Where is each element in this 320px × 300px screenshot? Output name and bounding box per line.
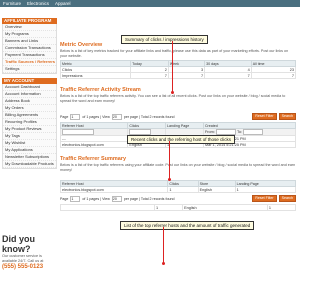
pager-label: per page | Total 2 records found	[123, 114, 175, 119]
table-cell: 1	[153, 204, 184, 211]
callout-dot	[171, 91, 174, 94]
referrer-summary-desc: Below is a list of the top traffic refer…	[60, 163, 296, 172]
pager-label: of 1 pages | View	[82, 114, 110, 119]
callout-arrow	[169, 141, 170, 179]
sidebar-item-settings[interactable]: Settings	[3, 66, 56, 73]
promo-text: Our customer service is available 24/7. …	[2, 254, 44, 263]
table-cell: English	[182, 204, 268, 211]
table-cell: 7	[167, 72, 206, 79]
sidebar-item-downloadable-products[interactable]: My Downloadable Products	[3, 161, 56, 168]
main-content: Metric Overview Below is a list of key m…	[59, 16, 297, 211]
sidebar-item-my-tags[interactable]: My Tags	[3, 133, 56, 140]
summary-table: Referrer Host Clicks Store Landing Page …	[59, 180, 297, 193]
search-button[interactable]: Search	[278, 113, 296, 120]
sidebar-item-my-orders[interactable]: My Orders	[3, 105, 56, 112]
per-page-select[interactable]: 20	[111, 113, 122, 120]
sidebar-item-product-reviews[interactable]: My Product Reviews	[3, 126, 56, 133]
sidebar-item-recurring-profiles[interactable]: Recurring Profiles	[3, 119, 56, 126]
metric-table: Metric Today Week 30 days All time Click…	[59, 60, 297, 79]
callout-dot	[162, 262, 165, 265]
callout-dot	[168, 178, 171, 181]
referrer-filter-input[interactable]	[62, 129, 94, 135]
affiliate-menu: Overview My Programs Banners and Links C…	[2, 24, 57, 74]
sidebar-item-traffic-sources[interactable]: Traffic Sources / Referrers	[3, 59, 56, 66]
pager-label: Page	[60, 114, 69, 119]
page-input[interactable]: 1	[70, 195, 81, 202]
nav-item-apparel[interactable]: Apparel	[52, 1, 74, 6]
sidebar-item-banners-links[interactable]: Banners and Links	[3, 38, 56, 45]
callout-arrow	[163, 227, 164, 263]
promo-phone: (555) 555-0123	[2, 264, 44, 270]
promo-heading: Did you know?	[2, 234, 35, 254]
sidebar-item-payment-transactions[interactable]: Payment Transactions	[3, 52, 56, 59]
referrer-summary-title: Traffic Referrer Summary	[60, 156, 127, 162]
sidebar-item-account-information[interactable]: Account Information	[3, 91, 56, 98]
reset-filter-button[interactable]: Reset Filter	[252, 113, 277, 120]
table-row: electronics.blogspot.com 1 English 1	[59, 186, 297, 193]
metric-overview-desc: Below is a list of key metrics tracked f…	[60, 49, 289, 58]
sidebar-item-account-dashboard[interactable]: Account Dashboard	[3, 84, 56, 91]
table-cell: electronics.blogspot.com	[59, 141, 129, 148]
table-cell: 7	[204, 72, 252, 79]
nav-item-electronics[interactable]: Electronics	[24, 1, 52, 6]
search-button[interactable]: Search	[278, 195, 296, 202]
table-cell: 7	[250, 72, 297, 79]
callout-recent-clicks: Recent clicks and the referring host of …	[127, 135, 236, 144]
sidebar-item-my-applications[interactable]: My Applications	[3, 147, 56, 154]
sidebar: AFFILIATE PROGRAM Overview My Programs B…	[2, 16, 57, 169]
callout-clicks-summary: Summary of clicks / impressions history	[121, 35, 208, 44]
sidebar-item-billing-agreements[interactable]: Billing Agreements	[3, 112, 56, 119]
top-navigation: Furniture Electronics Apparel	[0, 0, 300, 7]
account-menu: Account Dashboard Account Information Ad…	[2, 84, 57, 169]
sidebar-item-address-book[interactable]: Address Book	[3, 98, 56, 105]
table-row: 1 English 1	[60, 204, 297, 211]
stream-pager: Page 1 of 1 pages | View 20 per page | T…	[60, 113, 296, 120]
page-input[interactable]: 1	[70, 113, 81, 120]
pager-label: of 1 pages | View	[82, 196, 110, 201]
nav-item-furniture[interactable]: Furniture	[0, 1, 24, 6]
sidebar-item-newsletter[interactable]: Newsletter Subscriptions	[3, 154, 56, 161]
callout-arrow	[172, 41, 173, 92]
table-row: Impressions 7 7 7 7	[59, 72, 297, 79]
reset-filter-button[interactable]: Reset Filter	[252, 195, 277, 202]
activity-stream-desc: Below is a list of the top traffic refer…	[60, 94, 286, 103]
from-label: From:	[204, 130, 215, 134]
promo-block: Did you know? Our customer service is av…	[2, 234, 57, 270]
sidebar-item-my-programs[interactable]: My Programs	[3, 31, 56, 38]
table-cell	[60, 204, 155, 211]
per-page-select[interactable]: 20	[111, 195, 122, 202]
sidebar-item-overview[interactable]: Overview	[3, 24, 56, 31]
table-cell: electronics.blogspot.com	[59, 186, 169, 193]
callout-top-referrers: List of the top referrer hosts and the a…	[120, 221, 255, 230]
table-cell: English	[197, 186, 236, 193]
table-cell: 1	[167, 186, 199, 193]
to-label: To:	[236, 130, 243, 134]
sidebar-item-commission-transactions[interactable]: Commission Transactions	[3, 45, 56, 52]
activity-stream-title: Traffic Referrer Activity Stream	[60, 87, 141, 93]
pager-label: per page | Total 2 records found	[123, 196, 175, 201]
table-cell: Impressions	[59, 72, 132, 79]
date-to-input[interactable]	[243, 129, 264, 135]
summary-results-table: 1 English 1	[60, 204, 297, 211]
table-cell: 7	[130, 72, 169, 79]
table-cell: 1	[234, 186, 297, 193]
sidebar-item-my-wishlist[interactable]: My Wishlist	[3, 140, 56, 147]
summary-pager: Page 1 of 1 pages | View 20 per page | T…	[60, 195, 296, 202]
table-cell: 1	[266, 204, 297, 211]
pager-label: Page	[60, 196, 69, 201]
